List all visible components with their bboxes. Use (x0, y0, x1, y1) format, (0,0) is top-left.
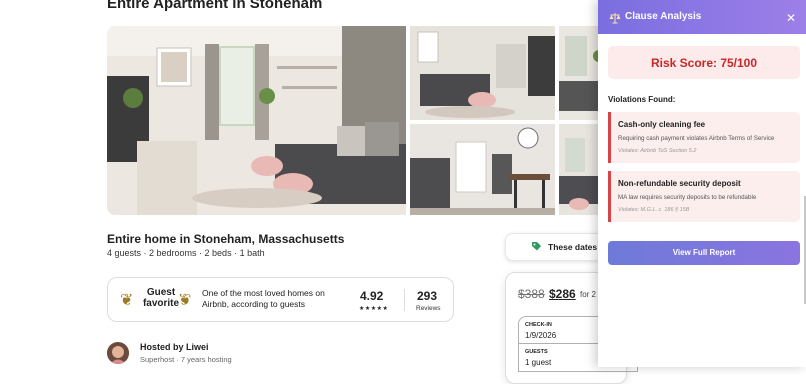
violation-description: MA law requires security deposits to be … (618, 194, 757, 201)
violation-item: Non-refundable security deposit MA law r… (608, 171, 800, 222)
host-name: Hosted by Liwei (140, 342, 209, 352)
listing-photo-4[interactable] (410, 124, 555, 215)
view-full-report-button[interactable]: View Full Report (608, 241, 800, 265)
reviews-count[interactable]: 293 (417, 289, 437, 303)
listing-photo-2[interactable] (410, 26, 555, 120)
panel-header: Clause Analysis ✕ (598, 0, 806, 34)
listing-photo-main[interactable] (107, 26, 406, 215)
guest-favorite-description: One of the most loved homes on Airbnb, a… (202, 288, 325, 309)
scale-icon (609, 13, 621, 24)
violation-title: Cash-only cleaning fee (618, 120, 706, 129)
checkin-label: CHECK-IN (525, 322, 552, 328)
divider (404, 289, 405, 311)
checkin-value: 1/9/2026 (525, 331, 557, 340)
violation-law: Violates: Airbnb ToS Section 5.2 (618, 148, 697, 154)
violation-item: Cash-only cleaning fee Requiring cash pa… (608, 112, 800, 163)
clause-analysis-panel: Clause Analysis ✕ Risk Score: 75/100 Vio… (598, 0, 806, 367)
guest-favorite-card[interactable]: ❦ Guest favorite ❦ One of the most loved… (107, 277, 454, 322)
guests-label: GUESTS (525, 349, 548, 355)
price-suffix: for 2 (580, 290, 597, 299)
listing-details: 4 guests · 2 bedrooms · 2 beds · 1 bath (107, 248, 265, 258)
panel-title: Clause Analysis (625, 11, 702, 22)
violation-description: Requiring cash payment violates Airbnb T… (618, 135, 775, 142)
reviews-label[interactable]: Reviews (416, 305, 441, 312)
risk-score-box: Risk Score: 75/100 (608, 46, 800, 79)
discounted-price[interactable]: $286 (549, 287, 576, 301)
laurel-right-icon: ❦ (178, 292, 192, 309)
listing-title: Entire home in Stoneham, Massachusetts (107, 232, 345, 246)
dates-banner-text: These dates a (548, 242, 605, 252)
guests-value: 1 guest (525, 358, 552, 367)
tag-icon (532, 242, 541, 251)
host-avatar[interactable] (107, 342, 129, 364)
rating-value: 4.92 (360, 289, 384, 303)
violation-title: Non-refundable security deposit (618, 179, 741, 188)
host-meta: Superhost · 7 years hosting (140, 355, 232, 364)
violations-heading: Violations Found: (608, 95, 676, 104)
risk-score: Risk Score: 75/100 (650, 56, 758, 70)
laurel-left-icon: ❦ (120, 292, 134, 309)
violation-law: Violates: M.G.L. c. 186 § 15B (618, 207, 690, 213)
rating-stars: ★★★★★ (359, 306, 389, 312)
page-title: Entire Apartment in Stoneham (107, 0, 323, 12)
close-icon[interactable]: ✕ (786, 11, 796, 25)
original-price: $388 (518, 287, 545, 301)
